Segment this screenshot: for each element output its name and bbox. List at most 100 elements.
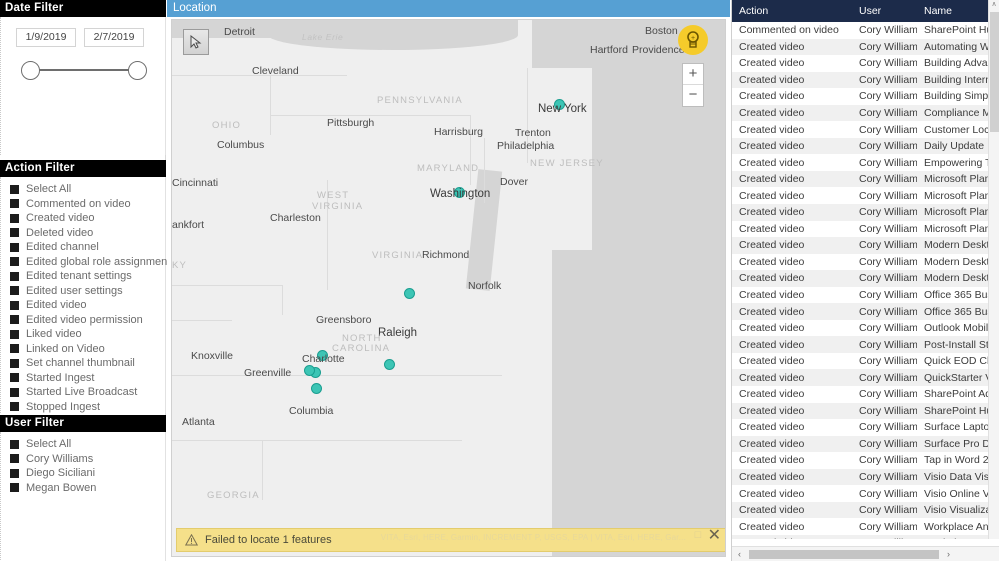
- action-filter-item[interactable]: Edited tenant settings: [1, 269, 165, 284]
- table-row[interactable]: Created video Cory Williams SharePoint Adm…: [732, 386, 989, 403]
- select-cursor-tool[interactable]: [183, 29, 209, 55]
- map-data-point[interactable]: [384, 359, 395, 370]
- action-filter-item[interactable]: Started Ingest: [1, 371, 165, 386]
- scroll-up-arrow[interactable]: ∧: [989, 0, 999, 11]
- user-filter-item[interactable]: Diego Siciliani: [1, 466, 165, 481]
- table-row[interactable]: Created video Cory Williams Outlook Mobile…: [732, 320, 989, 337]
- table-row[interactable]: Created video Cory Williams Microsoft Plan…: [732, 221, 989, 238]
- table-row[interactable]: Created video Cory Williams Automating Wor…: [732, 38, 989, 56]
- end-date-input[interactable]: 2/7/2019: [84, 28, 144, 47]
- checkbox-icon[interactable]: [10, 329, 19, 339]
- table-row[interactable]: Commented on video Cory Williams SharePoin…: [732, 22, 989, 39]
- table-row[interactable]: Created video Cory Williams Modern Desktop…: [732, 270, 989, 287]
- slider-handle-end[interactable]: [128, 61, 147, 80]
- map-canvas[interactable]: Detroit Cleveland Columbus Pittsburgh Harris…: [171, 19, 726, 557]
- table-row[interactable]: Created videoCory WilliamsWorkplace Anal…: [732, 518, 989, 535]
- vertical-scroll-thumb[interactable]: [990, 12, 999, 132]
- table-row[interactable]: Created video Cory Williams Quick EOD Chec…: [732, 353, 989, 370]
- scroll-right-arrow[interactable]: ›: [941, 549, 956, 559]
- checkbox-icon[interactable]: [10, 387, 19, 397]
- table-row[interactable]: Created video Cory Williams Visio Visualiz…: [732, 501, 989, 519]
- action-filter-item[interactable]: Started Live Broadcast: [1, 385, 165, 400]
- table-row[interactable]: Created video Cory Williams Microsoft Plan…: [732, 170, 989, 188]
- map-zoom-controls[interactable]: + −: [682, 63, 704, 107]
- table-row[interactable]: Created video Cory Williams Microsoft Plan…: [732, 204, 989, 221]
- warning-close-button[interactable]: ✕: [708, 526, 721, 546]
- table-horizontal-scrollbar[interactable]: ‹ ›: [732, 546, 999, 561]
- checkbox-icon[interactable]: [10, 213, 19, 223]
- table-row[interactable]: Created video Cory Williams Surface Laptop…: [732, 419, 989, 436]
- table-row[interactable]: Created video Cory Williams Office 365 Bus…: [732, 303, 989, 320]
- map-city-label: Charlotte: [302, 353, 345, 365]
- table-row[interactable]: Created video Cory Williams QuickStarter V…: [732, 369, 989, 387]
- checkbox-icon[interactable]: [10, 286, 19, 296]
- zoom-out-button[interactable]: −: [683, 85, 703, 106]
- action-filter-item[interactable]: Stopped Ingest: [1, 400, 165, 415]
- table-row[interactable]: Created video Cory Williams SharePoint Hub…: [732, 402, 989, 420]
- table-row[interactable]: Created video Cory Williams Daily Update: [732, 137, 989, 155]
- horizontal-scroll-thumb[interactable]: [749, 549, 939, 559]
- table-row[interactable]: Created video Cory Williams Office 365 Bus…: [732, 287, 989, 304]
- column-header-action[interactable]: Action: [732, 5, 852, 17]
- checkbox-icon[interactable]: [10, 184, 19, 194]
- column-header-name[interactable]: Name: [917, 5, 989, 17]
- table-row[interactable]: Created video Cory Williams Compliance Man…: [732, 104, 989, 122]
- table-row[interactable]: Created videoCory WilliamsWorkplace Anal…: [732, 534, 989, 539]
- map-data-point[interactable]: [404, 288, 415, 299]
- checkbox-icon[interactable]: [10, 257, 19, 267]
- table-row[interactable]: Created video Cory Williams Modern Desktop…: [732, 237, 989, 254]
- table-row[interactable]: Created video Cory Williams Post-Install S…: [732, 336, 989, 353]
- map-data-point[interactable]: [304, 365, 315, 376]
- action-filter-item[interactable]: Set channel thumbnail: [1, 356, 165, 371]
- action-filter-item[interactable]: Edited global role assignment: [1, 255, 170, 270]
- checkbox-icon[interactable]: [10, 468, 19, 478]
- user-filter-item[interactable]: Select All: [1, 437, 165, 452]
- checkbox-icon[interactable]: [10, 315, 19, 325]
- date-range-slider[interactable]: [18, 59, 150, 83]
- user-filter-item[interactable]: Cory Williams: [1, 452, 165, 467]
- action-filter-item[interactable]: Liked video: [1, 327, 165, 342]
- table-row[interactable]: Created video Cory Williams Visio Data Vis…: [732, 468, 989, 486]
- action-filter-item[interactable]: Edited video permission: [1, 313, 165, 328]
- table-row[interactable]: Created video Cory Williams Tap in Word 20…: [732, 452, 989, 469]
- table-vertical-scrollbar[interactable]: ∧: [988, 0, 999, 539]
- table-row[interactable]: Created video Cory Williams Building Inter…: [732, 71, 989, 89]
- checkbox-icon[interactable]: [10, 402, 19, 412]
- checkbox-icon[interactable]: [10, 373, 19, 383]
- table-row[interactable]: Created video Cory Williams Building Advan…: [732, 55, 989, 72]
- table-row[interactable]: Created video Cory Williams Surface Pro De…: [732, 435, 989, 453]
- checkbox-icon[interactable]: [10, 242, 19, 252]
- action-filter-item[interactable]: Deleted video: [1, 226, 165, 241]
- column-header-user[interactable]: User: [852, 5, 917, 17]
- action-filter-item[interactable]: Commented on video: [1, 197, 165, 212]
- action-filter-item[interactable]: Linked on Video: [1, 342, 165, 357]
- checkbox-icon[interactable]: [10, 344, 19, 354]
- table-row[interactable]: Created video Cory Williams Visio Online V…: [732, 485, 989, 502]
- action-filter-item[interactable]: Edited user settings: [1, 284, 165, 299]
- table-row[interactable]: Created video Cory Williams Customer Lockb…: [732, 121, 989, 138]
- action-filter-item[interactable]: Edited channel: [1, 240, 165, 255]
- map-data-point[interactable]: [311, 383, 322, 394]
- attribution-expand-icon[interactable]: ☐: [694, 530, 702, 541]
- zoom-in-button[interactable]: +: [683, 64, 703, 85]
- table-row[interactable]: Created video Cory Williams Empowering Tea…: [732, 154, 989, 171]
- table-row[interactable]: Created video Cory Williams Building Simpl…: [732, 88, 989, 105]
- checkbox-icon[interactable]: [10, 439, 19, 449]
- scroll-left-arrow[interactable]: ‹: [732, 549, 747, 559]
- action-filter-item[interactable]: Select All: [1, 182, 165, 197]
- action-filter-item[interactable]: Created video: [1, 211, 165, 226]
- checkbox-icon[interactable]: [10, 228, 19, 238]
- checkbox-icon[interactable]: [10, 199, 19, 209]
- slider-handle-start[interactable]: [21, 61, 40, 80]
- checkbox-icon[interactable]: [10, 454, 19, 464]
- award-badge-button[interactable]: +: [678, 25, 708, 55]
- checkbox-icon[interactable]: [10, 271, 19, 281]
- user-filter-item[interactable]: Megan Bowen: [1, 481, 165, 496]
- action-filter-item[interactable]: Edited video: [1, 298, 165, 313]
- table-row[interactable]: Created video Cory Williams Modern Desktop…: [732, 254, 989, 271]
- checkbox-icon[interactable]: [10, 358, 19, 368]
- checkbox-icon[interactable]: [10, 483, 19, 493]
- table-row[interactable]: Created video Cory Williams Microsoft Plan…: [732, 187, 989, 204]
- checkbox-icon[interactable]: [10, 300, 19, 310]
- start-date-input[interactable]: 1/9/2019: [16, 28, 76, 47]
